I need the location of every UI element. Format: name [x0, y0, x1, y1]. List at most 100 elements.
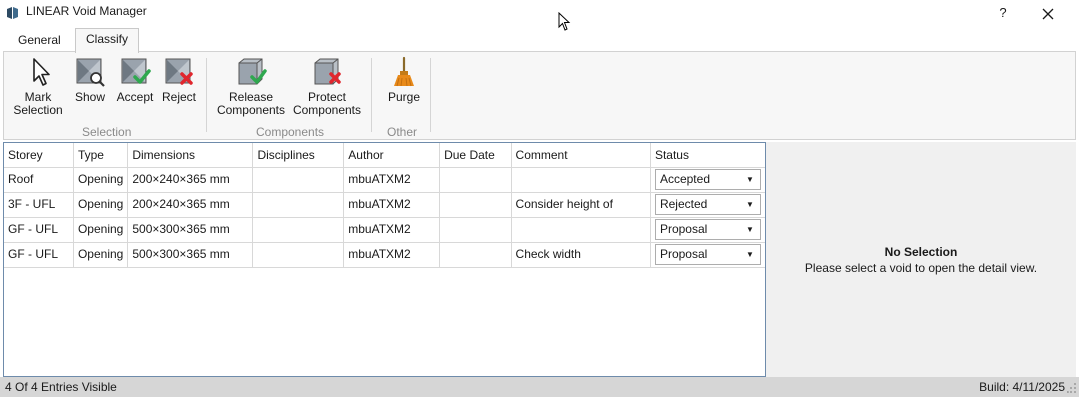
component-protect-icon	[314, 58, 341, 85]
cell-status: Rejected ▼	[650, 192, 765, 218]
cell-due-date[interactable]	[439, 192, 512, 218]
void-accept-icon	[121, 58, 151, 84]
broom-icon	[394, 56, 414, 87]
release-components-label: Release Components	[216, 90, 286, 117]
build-info: Build: 4/11/2025	[979, 380, 1065, 394]
protect-components-button[interactable]: Protect Components	[291, 56, 363, 117]
table-header-row: Storey Type Dimensions Disciplines Autho…	[4, 143, 765, 168]
help-button[interactable]: ?	[992, 5, 1014, 23]
cell-comment[interactable]: Check width	[511, 242, 651, 268]
cell-type: Opening	[73, 242, 129, 268]
cell-due-date[interactable]	[439, 167, 512, 193]
cell-disciplines[interactable]	[252, 217, 345, 243]
status-select[interactable]: Proposal ▼	[654, 218, 761, 240]
column-header-dimensions[interactable]: Dimensions	[127, 143, 254, 168]
tab-strip: General Classify	[0, 28, 1079, 53]
table-row[interactable]: Roof Opening 200×240×365 mm mbuATXM2 Acc…	[4, 167, 765, 193]
chevron-down-icon: ▼	[746, 249, 754, 259]
cell-status: Proposal ▼	[650, 242, 765, 268]
cell-comment[interactable]	[511, 217, 651, 243]
window-title: LINEAR Void Manager	[26, 4, 147, 18]
no-selection-message: Please select a void to open the detail …	[804, 261, 1038, 275]
cell-storey: GF - UFL	[4, 242, 74, 268]
cell-dimensions: 200×240×365 mm	[127, 167, 254, 193]
accept-button[interactable]: Accept	[114, 56, 156, 104]
detail-panel: No Selection Please select a void to ope…	[766, 142, 1076, 377]
group-label-selection: Selection	[82, 125, 132, 139]
column-header-due-date[interactable]: Due Date	[439, 143, 512, 168]
group-label-components: Components	[256, 125, 325, 139]
chevron-down-icon: ▼	[746, 174, 754, 184]
cell-storey: GF - UFL	[4, 217, 74, 243]
table-row[interactable]: 3F - UFL Opening 200×240×365 mm mbuATXM2…	[4, 192, 765, 218]
voids-table: Storey Type Dimensions Disciplines Autho…	[4, 143, 765, 268]
app-logo-icon	[7, 7, 18, 19]
ribbon: Mark Selection Show Accept Reject Select…	[3, 51, 1076, 140]
cell-due-date[interactable]	[439, 242, 512, 268]
table-row[interactable]: GF - UFL Opening 500×300×365 mm mbuATXM2…	[4, 242, 765, 268]
chevron-down-icon: ▼	[746, 224, 754, 234]
no-selection-title: No Selection	[884, 245, 958, 259]
void-show-icon	[76, 58, 105, 87]
table-row[interactable]: GF - UFL Opening 500×300×365 mm mbuATXM2…	[4, 217, 765, 243]
status-select[interactable]: Rejected ▼	[654, 193, 761, 215]
entries-count: 4 Of 4 Entries Visible	[5, 380, 117, 394]
cell-type: Opening	[73, 217, 129, 243]
cell-status: Proposal ▼	[650, 217, 765, 243]
cell-dimensions: 200×240×365 mm	[127, 192, 254, 218]
chevron-down-icon: ▼	[746, 199, 754, 209]
show-label: Show	[74, 90, 106, 104]
status-select[interactable]: Accepted ▼	[654, 168, 761, 190]
cursor-arrow-icon	[33, 58, 50, 86]
cell-status: Accepted ▼	[650, 167, 765, 193]
cell-dimensions: 500×300×365 mm	[127, 242, 254, 268]
cell-type: Opening	[73, 167, 129, 193]
purge-button[interactable]: Purge	[384, 56, 424, 104]
cell-storey: Roof	[4, 167, 74, 193]
cell-author: mbuATXM2	[343, 242, 441, 268]
tab-classify[interactable]: Classify	[75, 28, 140, 53]
component-release-icon	[238, 58, 267, 85]
status-value: Proposal	[659, 221, 708, 236]
status-value: Proposal	[659, 246, 708, 261]
release-components-button[interactable]: Release Components	[215, 56, 287, 117]
column-header-author[interactable]: Author	[343, 143, 441, 168]
group-separator	[206, 58, 207, 132]
close-icon[interactable]	[1035, 3, 1061, 25]
column-header-disciplines[interactable]: Disciplines	[252, 143, 345, 168]
status-value: Accepted	[659, 171, 710, 186]
purge-label: Purge	[387, 90, 421, 104]
protect-components-label: Protect Components	[292, 90, 362, 117]
group-separator	[430, 58, 431, 132]
title-bar: LINEAR Void Manager ?	[0, 0, 1079, 31]
group-label-other: Other	[387, 125, 418, 139]
cell-storey: 3F - UFL	[4, 192, 74, 218]
reject-label: Reject	[161, 90, 196, 104]
cell-disciplines[interactable]	[252, 192, 345, 218]
cell-author: mbuATXM2	[343, 167, 441, 193]
column-header-type[interactable]: Type	[73, 143, 129, 168]
column-header-storey[interactable]: Storey	[4, 143, 74, 168]
cell-dimensions: 500×300×365 mm	[127, 217, 254, 243]
status-bar: 4 Of 4 Entries Visible Build: 4/11/2025	[0, 377, 1079, 397]
cell-comment[interactable]	[511, 167, 651, 193]
cell-disciplines[interactable]	[252, 167, 345, 193]
status-select[interactable]: Proposal ▼	[654, 243, 761, 265]
mark-selection-button[interactable]: Mark Selection	[13, 56, 63, 117]
status-value: Rejected	[659, 196, 708, 211]
cell-due-date[interactable]	[439, 217, 512, 243]
cell-type: Opening	[73, 192, 129, 218]
resize-grip-icon[interactable]	[1067, 382, 1077, 394]
group-separator	[371, 58, 372, 132]
column-header-status[interactable]: Status	[650, 143, 765, 168]
cell-author: mbuATXM2	[343, 192, 441, 218]
tab-general[interactable]: General	[8, 30, 71, 52]
voids-grid[interactable]: Storey Type Dimensions Disciplines Autho…	[3, 142, 766, 377]
accept-label: Accept	[116, 90, 154, 104]
reject-button[interactable]: Reject	[159, 56, 199, 104]
show-button[interactable]: Show	[71, 56, 109, 104]
column-header-comment[interactable]: Comment	[511, 143, 651, 168]
cell-comment[interactable]: Consider height of	[511, 192, 651, 218]
mark-selection-label: Mark Selection	[13, 90, 63, 117]
cell-disciplines[interactable]	[252, 242, 345, 268]
